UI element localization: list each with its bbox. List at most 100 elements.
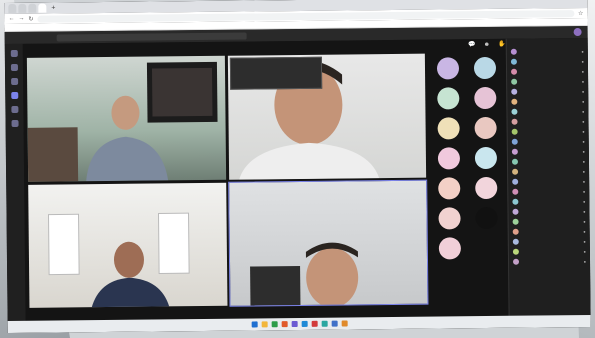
participant-avatar[interactable] bbox=[438, 237, 461, 260]
reload-icon[interactable]: ↻ bbox=[28, 15, 33, 22]
mic-muted-icon: ● bbox=[582, 158, 585, 164]
browser-tab-active[interactable] bbox=[38, 3, 47, 13]
participant-avatar-small bbox=[511, 98, 518, 105]
mic-muted-icon: ● bbox=[581, 48, 584, 54]
mic-muted-icon: ● bbox=[583, 238, 586, 244]
teams-icon[interactable] bbox=[10, 77, 18, 85]
video-grid bbox=[26, 53, 429, 308]
monitor-screen: + ← → ↻ ☆ 💬 ☻ ✋ ● ● ● ● ● ● ● ● ● ● ● ● … bbox=[4, 0, 591, 334]
activity-icon[interactable] bbox=[10, 49, 18, 58]
browser-tab[interactable] bbox=[8, 3, 17, 14]
calls-icon[interactable] bbox=[10, 105, 18, 113]
participant-avatar-small bbox=[511, 158, 519, 165]
chat-notification[interactable] bbox=[229, 56, 322, 90]
participant-name bbox=[522, 221, 581, 222]
teams-app: 💬 ☻ ✋ ⋯ ■ ● ⇧ bbox=[4, 37, 591, 322]
taskbar-app-icon[interactable] bbox=[281, 321, 288, 328]
taskbar-app-icon[interactable] bbox=[341, 320, 348, 327]
participant-name bbox=[520, 81, 579, 82]
participant-avatar[interactable] bbox=[473, 86, 496, 110]
video-tile[interactable] bbox=[28, 182, 227, 308]
chat-toggle-icon[interactable]: 💬 bbox=[467, 41, 477, 48]
participant-avatar-small bbox=[511, 108, 518, 115]
participant-avatar-small bbox=[510, 58, 517, 65]
participant-avatar[interactable] bbox=[436, 57, 459, 80]
taskbar-app-icon[interactable] bbox=[271, 321, 278, 328]
browser-tab[interactable] bbox=[28, 3, 37, 13]
mic-muted-icon: ● bbox=[581, 88, 585, 94]
taskbar-app-icon[interactable] bbox=[251, 321, 258, 328]
participant-avatar[interactable] bbox=[437, 117, 460, 140]
participant-avatar-small bbox=[512, 168, 519, 175]
participant-name bbox=[520, 101, 579, 102]
mic-muted-icon: ● bbox=[582, 188, 586, 194]
participant-name bbox=[521, 161, 580, 162]
user-avatar[interactable] bbox=[573, 28, 582, 37]
taskbar-app-icon[interactable] bbox=[331, 320, 338, 327]
participant-avatar[interactable] bbox=[474, 116, 497, 140]
participant-video bbox=[47, 212, 190, 308]
forward-icon[interactable]: → bbox=[18, 16, 24, 22]
participant-avatar[interactable] bbox=[474, 146, 497, 170]
participant-name bbox=[521, 171, 580, 172]
people-icon[interactable]: ☻ bbox=[482, 41, 492, 47]
mic-muted-icon: ● bbox=[581, 58, 584, 64]
taskbar-app-icon[interactable] bbox=[311, 320, 318, 327]
participant-avatar-small bbox=[511, 138, 518, 145]
mic-muted-icon: ● bbox=[581, 98, 585, 104]
participant-video bbox=[249, 242, 358, 306]
participant-row[interactable]: ● bbox=[512, 256, 587, 267]
participant-name bbox=[520, 71, 579, 72]
participant-avatar-small bbox=[512, 178, 519, 185]
participant-avatar[interactable] bbox=[473, 56, 496, 80]
participant-avatar[interactable] bbox=[437, 177, 460, 200]
participant-name bbox=[521, 141, 580, 142]
participant-avatar-small bbox=[511, 128, 518, 135]
files-icon[interactable] bbox=[11, 119, 19, 127]
participant-avatar-small bbox=[512, 248, 519, 255]
taskbar-app-icon[interactable] bbox=[321, 320, 328, 327]
participant-avatar[interactable] bbox=[474, 176, 497, 200]
chat-icon[interactable] bbox=[10, 63, 18, 72]
participant-avatar-small bbox=[511, 118, 518, 125]
mic-muted-icon: ● bbox=[582, 178, 586, 184]
participant-avatar[interactable] bbox=[474, 206, 498, 230]
chat-sender bbox=[233, 60, 317, 61]
video-tile[interactable] bbox=[227, 53, 427, 180]
participant-avatar-small bbox=[512, 258, 520, 265]
video-tile[interactable] bbox=[26, 55, 226, 182]
participant-list: ● ● ● ● ● ● ● ● ● ● ● ● ● ● ● ● ● ● ● ● ● ● bbox=[510, 46, 587, 267]
participant-name bbox=[522, 261, 581, 262]
star-icon[interactable]: ☆ bbox=[578, 9, 583, 16]
back-icon[interactable]: ← bbox=[8, 16, 14, 22]
mic-muted-icon: ● bbox=[582, 138, 585, 144]
meeting-stage: 💬 ☻ ✋ ⋯ ■ ● ⇧ bbox=[22, 37, 591, 321]
mic-muted-icon: ● bbox=[583, 218, 586, 224]
participant-name bbox=[522, 251, 581, 252]
taskbar-app-icon[interactable] bbox=[301, 320, 308, 327]
participant-name bbox=[520, 51, 579, 52]
mic-muted-icon: ● bbox=[582, 198, 586, 204]
browser-tab[interactable] bbox=[18, 3, 27, 13]
participant-avatar-small bbox=[511, 78, 518, 85]
taskbar-app-icon[interactable] bbox=[291, 321, 298, 328]
taskbar-app-icon[interactable] bbox=[261, 321, 268, 328]
video-tile[interactable] bbox=[227, 179, 429, 307]
participant-avatar[interactable] bbox=[437, 207, 461, 230]
chat-message bbox=[233, 62, 317, 63]
teams-search-input[interactable] bbox=[56, 32, 247, 42]
mic-muted-icon: ● bbox=[582, 168, 586, 174]
calendar-icon[interactable] bbox=[10, 91, 18, 99]
mic-muted-icon: ● bbox=[583, 258, 587, 264]
participant-avatar-small bbox=[512, 238, 519, 245]
participant-avatar-small bbox=[510, 48, 517, 55]
mic-muted-icon: ● bbox=[583, 228, 586, 234]
participant-name bbox=[522, 231, 581, 232]
participant-video bbox=[27, 61, 218, 182]
participant-avatar[interactable] bbox=[437, 147, 460, 170]
participant-name bbox=[521, 181, 580, 182]
participant-name bbox=[520, 91, 579, 92]
participant-avatar-small bbox=[512, 228, 519, 235]
participant-avatar[interactable] bbox=[436, 87, 459, 110]
new-tab-icon[interactable]: + bbox=[48, 3, 58, 12]
